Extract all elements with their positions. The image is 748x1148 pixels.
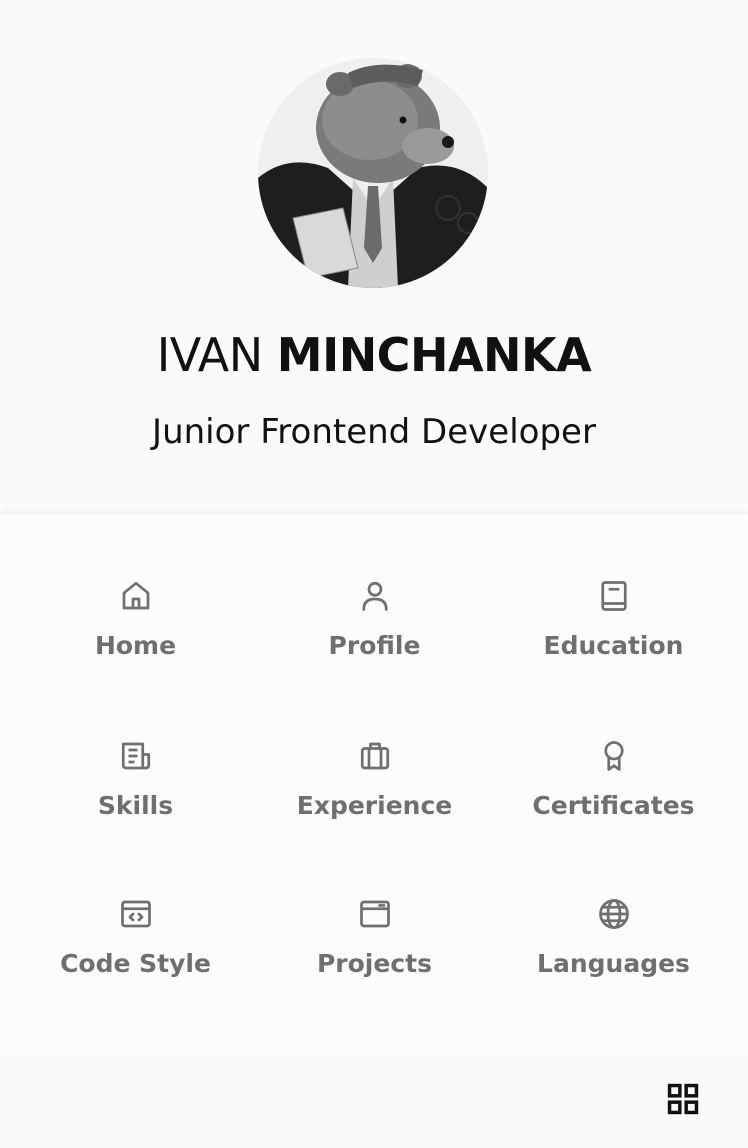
menu-label-skills: Skills bbox=[97, 791, 174, 820]
job-title: Junior Frontend Developer bbox=[152, 412, 596, 452]
browser-window-icon bbox=[357, 896, 393, 932]
code-window-icon bbox=[118, 896, 154, 932]
last-name: MINCHANKA bbox=[276, 328, 592, 382]
page: IVAN MINCHANKA Junior Frontend Developer… bbox=[0, 0, 748, 1148]
menu-item-profile[interactable]: Profile bbox=[255, 578, 494, 708]
menu-toggle-button[interactable] bbox=[664, 1080, 702, 1118]
full-name: IVAN MINCHANKA bbox=[0, 326, 748, 384]
award-icon bbox=[596, 738, 632, 774]
grid-icon bbox=[664, 1083, 702, 1122]
menu-label-certificates: Certificates bbox=[532, 791, 695, 820]
menu-item-projects[interactable]: Projects bbox=[255, 896, 494, 1026]
avatar bbox=[258, 58, 488, 288]
menu-label-home: Home bbox=[94, 631, 177, 660]
menu-label-experience: Experience bbox=[296, 791, 453, 820]
menu-item-languages[interactable]: Languages bbox=[494, 896, 733, 1026]
menu-item-skills[interactable]: Skills bbox=[16, 738, 255, 868]
menu-label-education: Education bbox=[543, 631, 684, 660]
menu-label-languages: Languages bbox=[537, 949, 690, 978]
menu-label-code-style: Code Style bbox=[60, 949, 211, 978]
book-icon bbox=[596, 578, 632, 614]
first-name: IVAN bbox=[156, 328, 263, 382]
menu-label-projects: Projects bbox=[316, 949, 432, 978]
home-icon bbox=[118, 578, 154, 614]
menu-item-code-style[interactable]: Code Style bbox=[16, 896, 255, 1026]
user-icon bbox=[357, 578, 393, 614]
menu-item-home[interactable]: Home bbox=[16, 578, 255, 708]
profile-header: IVAN MINCHANKA Junior Frontend Developer bbox=[0, 0, 748, 514]
menu-item-certificates[interactable]: Certificates bbox=[494, 738, 733, 868]
menu-item-education[interactable]: Education bbox=[494, 578, 733, 708]
briefcase-icon bbox=[357, 738, 393, 774]
navigation-menu: Home Profile Education Skills Experience… bbox=[0, 514, 748, 1054]
menu-item-experience[interactable]: Experience bbox=[255, 738, 494, 868]
newspaper-icon bbox=[118, 738, 154, 774]
bottom-bar bbox=[0, 1054, 748, 1148]
globe-icon bbox=[596, 896, 632, 932]
menu-label-profile: Profile bbox=[328, 631, 421, 660]
